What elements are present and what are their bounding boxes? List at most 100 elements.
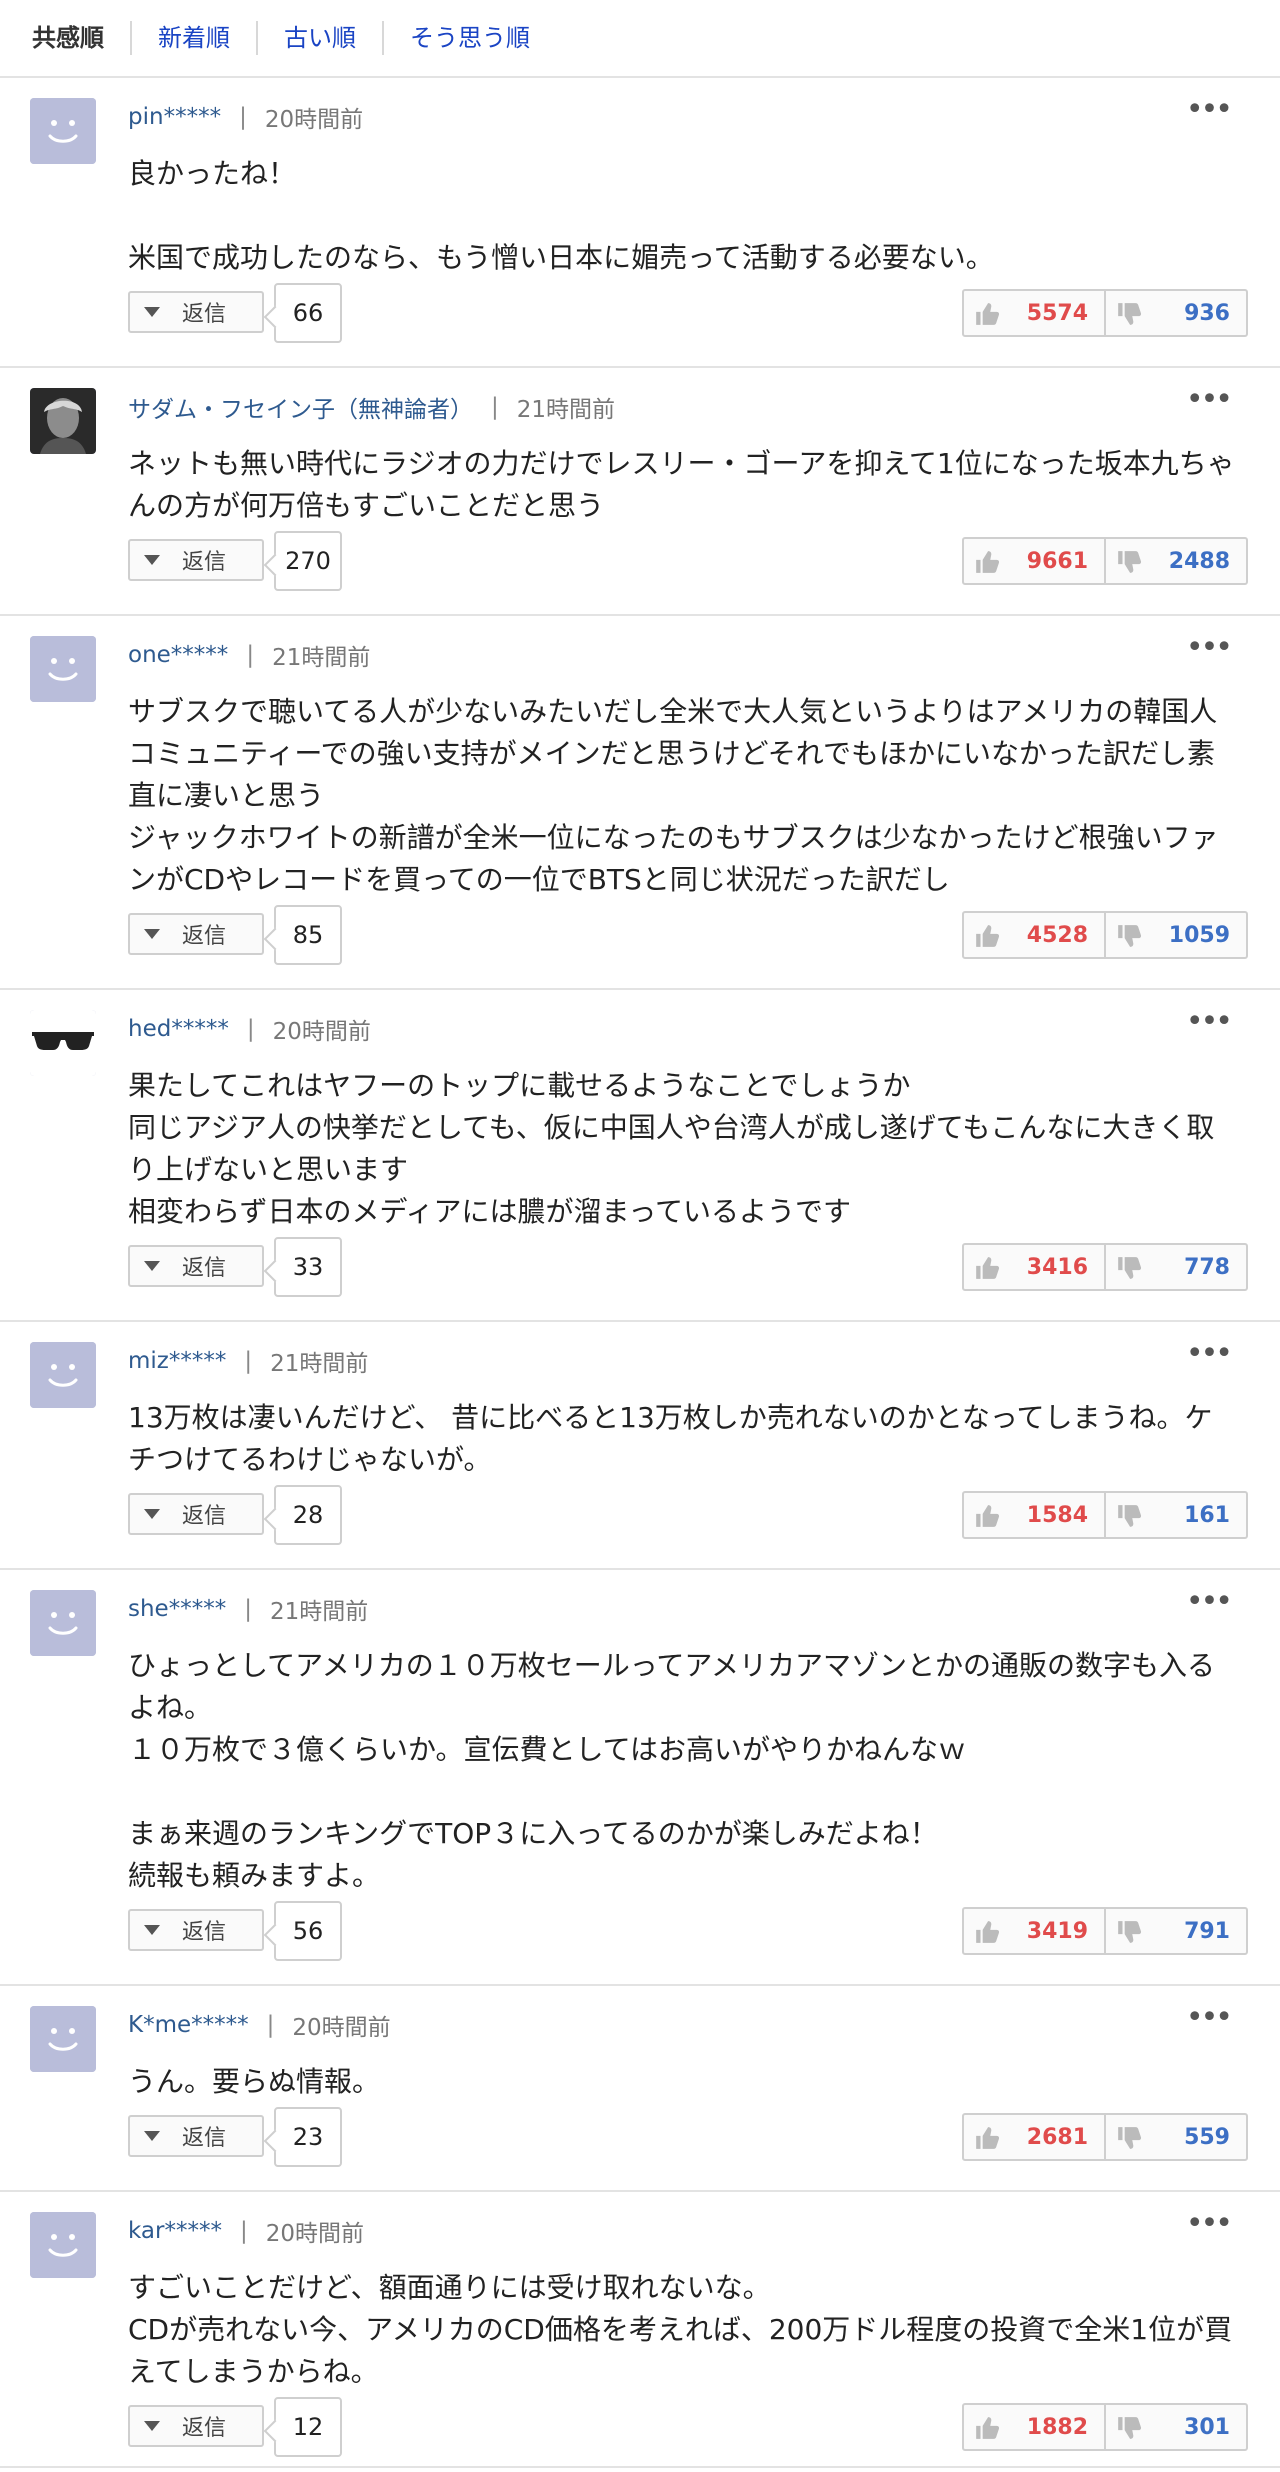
agree-button[interactable]: 1882 <box>964 2405 1104 2449</box>
timestamp: 20時間前 <box>264 107 364 133</box>
comment-text: 良かったね！ 米国で成功したのなら、もう憎い日本に媚売って活動する必要ない。 <box>128 157 994 274</box>
more-options-icon[interactable]: ••• <box>1186 2209 1233 2239</box>
avatar[interactable] <box>30 2212 96 2278</box>
disagree-button[interactable]: 778 <box>1104 1245 1246 1289</box>
timestamp: 21時間前 <box>270 1351 369 1377</box>
avatar[interactable] <box>30 636 96 702</box>
meta-separator: | <box>244 1596 252 1622</box>
comment-item: she***** | 21時間前 ••• ひょっとしてアメリカの１０万枚セールっ… <box>0 1570 1280 1986</box>
agree-button[interactable]: 5574 <box>964 291 1104 335</box>
comment-item: one***** | 21時間前 ••• サブスクで聴いてる人が少ないみたいだし… <box>0 616 1280 990</box>
more-options-icon[interactable]: ••• <box>1186 95 1233 125</box>
username[interactable]: kar***** <box>128 2218 222 2244</box>
avatar[interactable] <box>30 388 96 454</box>
vote-box: 3416 778 <box>962 1243 1248 1291</box>
caret-down-icon <box>144 1509 160 1519</box>
reply-label: 返信 <box>182 1504 227 1529</box>
reply-label: 返信 <box>182 2126 227 2151</box>
agree-button[interactable]: 9661 <box>964 539 1104 583</box>
more-options-icon[interactable]: ••• <box>1186 1007 1233 1037</box>
agree-count: 3419 <box>1026 1918 1088 1944</box>
comment-item: K*me***** | 20時間前 ••• うん。要らぬ情報。 返信 23 26… <box>0 1986 1280 2192</box>
agree-button[interactable]: 4528 <box>964 913 1104 957</box>
username[interactable]: she***** <box>128 1596 226 1622</box>
reply-button[interactable]: 返信 <box>128 1245 264 1287</box>
reply-button[interactable]: 返信 <box>128 1493 264 1535</box>
timestamp: 20時間前 <box>265 2221 364 2247</box>
sort-tab-oldest[interactable]: 古い順 <box>256 21 382 55</box>
comment-text: ネットも無い時代にラジオの力だけでレスリー・ゴーアを抑えて1位になった坂本九ちゃ… <box>128 447 1235 522</box>
comment-meta: hed***** | 20時間前 <box>128 1012 371 1046</box>
avatar[interactable] <box>30 2006 96 2072</box>
reply-button[interactable]: 返信 <box>128 2115 264 2157</box>
agree-button[interactable]: 3416 <box>964 1245 1104 1289</box>
agree-count: 4528 <box>1026 922 1088 948</box>
vote-box: 3419 791 <box>962 1907 1248 1955</box>
agree-button[interactable]: 1584 <box>964 1493 1104 1537</box>
reply-button[interactable]: 返信 <box>128 1909 264 1951</box>
username[interactable]: miz***** <box>128 1348 226 1374</box>
reply-label: 返信 <box>182 1256 227 1281</box>
comment-meta: she***** | 21時間前 <box>128 1592 368 1626</box>
username[interactable]: one***** <box>128 642 228 668</box>
reply-button[interactable]: 返信 <box>128 913 264 955</box>
disagree-button[interactable]: 161 <box>1104 1493 1246 1537</box>
disagree-button[interactable]: 791 <box>1104 1909 1246 1953</box>
reply-button[interactable]: 返信 <box>128 2405 264 2447</box>
disagree-button[interactable]: 1059 <box>1104 913 1246 957</box>
agree-count: 3416 <box>1026 1254 1088 1280</box>
disagree-count: 301 <box>1184 2414 1230 2440</box>
meta-separator: | <box>266 2012 275 2038</box>
comment-item: miz***** | 21時間前 ••• 13万枚は凄いんだけど、 昔に比べると… <box>0 1322 1280 1570</box>
more-options-icon[interactable]: ••• <box>1186 1587 1233 1617</box>
reply-label: 返信 <box>182 550 227 575</box>
reply-count: 66 <box>274 283 342 343</box>
meta-separator: | <box>246 642 255 668</box>
more-options-icon[interactable]: ••• <box>1186 385 1233 415</box>
sort-tab-agree[interactable]: そう思う順 <box>382 21 556 55</box>
meta-separator: | <box>244 1348 253 1374</box>
reply-button[interactable]: 返信 <box>128 539 264 581</box>
caret-down-icon <box>144 307 160 317</box>
reply-button[interactable]: 返信 <box>128 291 264 333</box>
timestamp: 21時間前 <box>269 1599 369 1625</box>
disagree-button[interactable]: 936 <box>1104 291 1246 335</box>
agree-button[interactable]: 2681 <box>964 2115 1104 2159</box>
reply-label: 返信 <box>182 1920 227 1945</box>
vote-box: 1584 161 <box>962 1491 1248 1539</box>
comment-item: hed***** | 20時間前 ••• 果たしてこれはヤフーのトップに載せるよ… <box>0 990 1280 1322</box>
comment-text: 果たしてこれはヤフーのトップに載せるようなことでしょうか 同じアジア人の快挙だと… <box>128 1069 1215 1228</box>
disagree-button[interactable]: 2488 <box>1104 539 1246 583</box>
disagree-count: 2488 <box>1168 548 1230 574</box>
more-options-icon[interactable]: ••• <box>1186 2003 1233 2033</box>
comment-text: サブスクで聴いてる人が少ないみたいだし全米で大人気というよりはアメリカの韓国人コ… <box>128 695 1219 896</box>
agree-button[interactable]: 3419 <box>964 1909 1104 1953</box>
comment-list: pin***** | 20時間前 ••• 良かったね！ 米国で成功したのなら、も… <box>0 78 1280 2468</box>
username[interactable]: K*me***** <box>128 2012 249 2038</box>
avatar[interactable] <box>30 1590 96 1656</box>
username[interactable]: pin***** <box>128 104 221 130</box>
comment-meta: pin***** | 20時間前 <box>128 100 363 134</box>
disagree-button[interactable]: 301 <box>1104 2405 1246 2449</box>
comment-text: うん。要らぬ情報。 <box>128 2065 381 2098</box>
sort-tab-empathy[interactable]: 共感順 <box>32 21 130 55</box>
avatar[interactable] <box>30 98 96 164</box>
username[interactable]: hed***** <box>128 1016 229 1042</box>
more-options-icon[interactable]: ••• <box>1186 1339 1233 1369</box>
disagree-button[interactable]: 559 <box>1104 2115 1246 2159</box>
disagree-count: 161 <box>1184 1502 1230 1528</box>
comment-text: 13万枚は凄いんだけど、 昔に比べると13万枚しか売れないのかとなってしまうね。… <box>128 1401 1213 1476</box>
username[interactable]: サダム・フセイン子（無神論者） <box>128 390 473 424</box>
avatar[interactable] <box>30 1010 96 1076</box>
avatar[interactable] <box>30 1342 96 1408</box>
comment-meta: サダム・フセイン子（無神論者） | 21時間前 <box>128 390 615 424</box>
caret-down-icon <box>144 2131 160 2141</box>
agree-count: 2681 <box>1026 2124 1088 2150</box>
caret-down-icon <box>144 555 160 565</box>
caret-down-icon <box>144 1925 160 1935</box>
sort-tab-newest[interactable]: 新着順 <box>130 21 256 55</box>
vote-box: 4528 1059 <box>962 911 1248 959</box>
more-options-icon[interactable]: ••• <box>1186 633 1233 663</box>
caret-down-icon <box>144 929 160 939</box>
disagree-count: 559 <box>1184 2124 1230 2150</box>
